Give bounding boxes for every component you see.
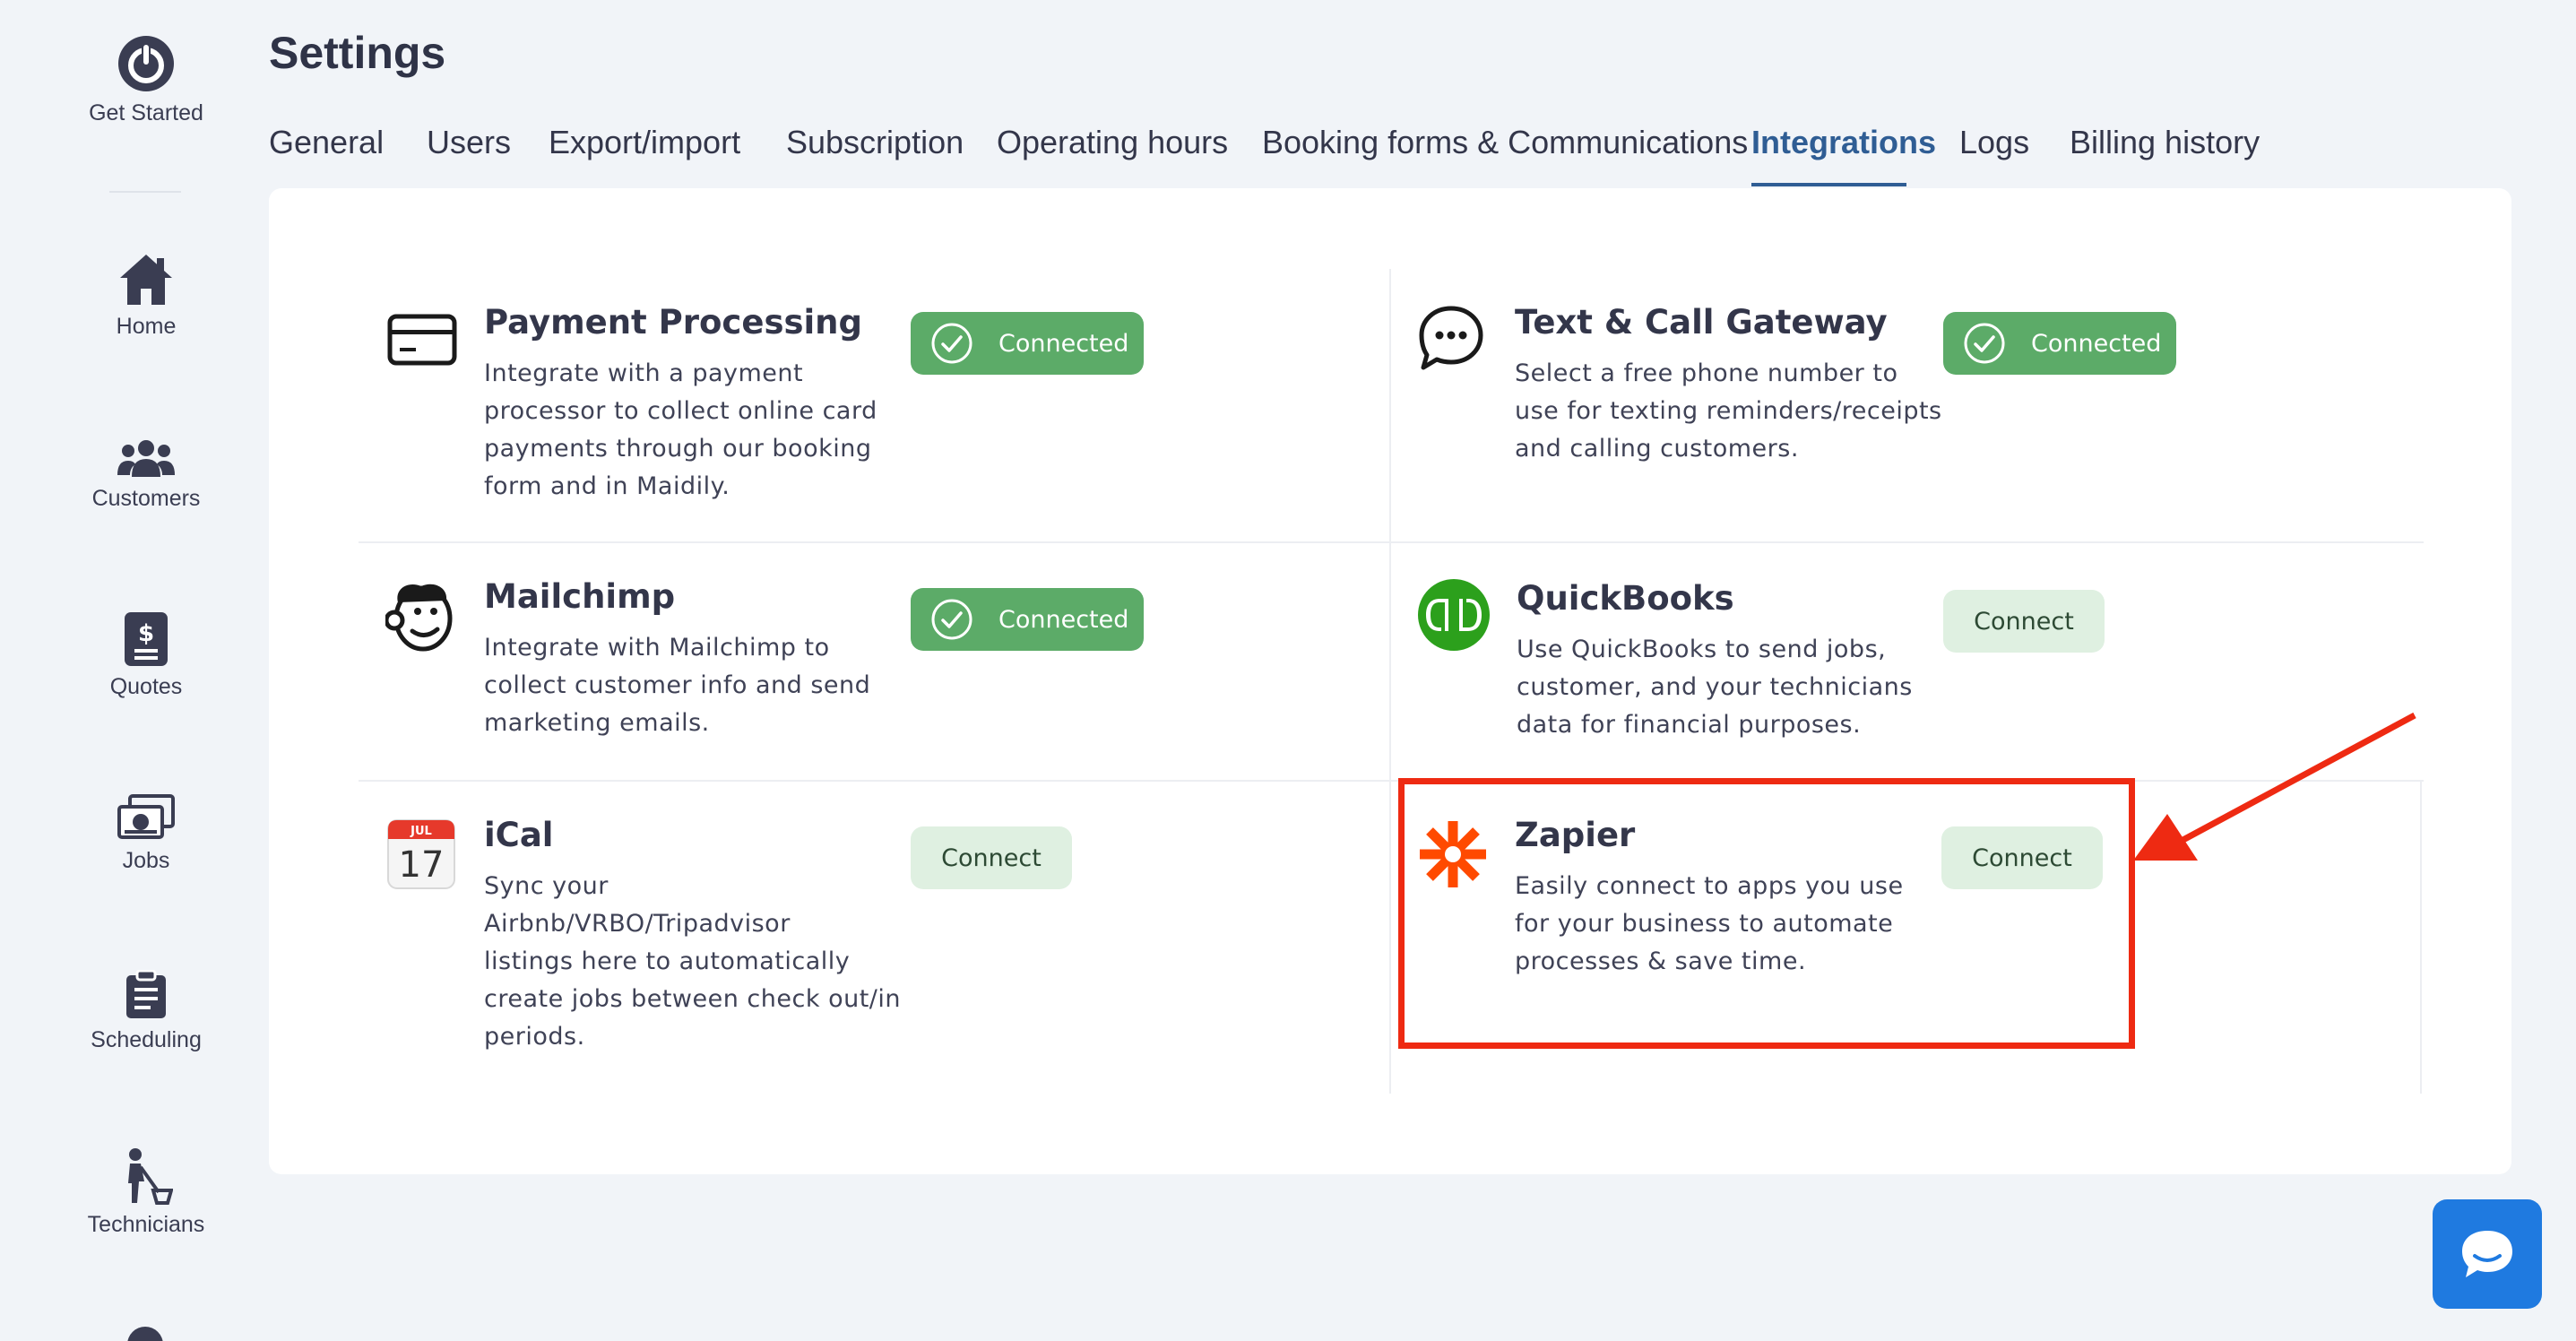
tab-subscription[interactable]: Subscription <box>786 124 964 161</box>
more-nav-icon <box>127 1327 163 1341</box>
description-line: marketing emails. <box>484 709 710 737</box>
integration-title: iCal <box>484 816 554 854</box>
sidebar-divider <box>109 191 181 193</box>
tab-general[interactable]: General <box>269 124 384 161</box>
sidebar-item-scheduling[interactable]: Scheduling <box>0 970 292 1053</box>
sidebar-item-customers[interactable]: Customers <box>0 439 292 512</box>
sidebar-item-get-started[interactable]: Get Started <box>0 34 292 126</box>
column-divider <box>1389 269 1391 1094</box>
description-line: data for financial purposes. <box>1517 711 1862 739</box>
integration-title: Payment Processing <box>484 303 862 342</box>
check-circle-icon <box>931 599 972 640</box>
sidebar-item-jobs[interactable]: Jobs <box>0 794 292 874</box>
button-label: Connected <box>2031 329 2162 358</box>
description-line: and calling customers. <box>1515 435 1799 463</box>
integration-description: Select a free phone number to use for te… <box>1515 355 1963 468</box>
description-line: Integrate with Mailchimp to <box>484 634 830 662</box>
scheduling-icon <box>126 970 166 1018</box>
sidebar-item-label: Customers <box>91 486 201 511</box>
tab-billing-history[interactable]: Billing history <box>2070 124 2260 161</box>
annotation-arrow-icon <box>2133 712 2416 861</box>
sidebar-item-label: Jobs <box>122 848 170 873</box>
button-label: Connected <box>998 329 1129 358</box>
button-label: Connected <box>998 605 1129 634</box>
tab-users[interactable]: Users <box>427 124 511 161</box>
power-icon <box>118 36 174 91</box>
description-line: create jobs between check out/in <box>484 985 901 1013</box>
sidebar-item-label: Get Started <box>89 100 203 125</box>
description-line: Use QuickBooks to send jobs, <box>1517 636 1887 663</box>
chat-bubble-icon <box>1419 306 1483 370</box>
chat-widget-button[interactable] <box>2433 1199 2542 1309</box>
calendar-month: JUL <box>410 825 432 838</box>
mailchimp-logo-icon <box>385 584 453 652</box>
calendar-day: 17 <box>399 844 445 886</box>
description-line: Sync your <box>484 872 609 900</box>
description-line: Integrate with a payment <box>484 359 804 387</box>
jobs-icon <box>117 794 175 839</box>
description-line: form and in Maidily. <box>484 472 730 500</box>
ical-connect-button[interactable]: Connect <box>911 826 1072 889</box>
mailchimp-connected-button[interactable]: Connected <box>911 588 1144 651</box>
svg-text:$: $ <box>138 620 154 647</box>
calendar-icon: JUL 17 <box>387 819 455 889</box>
customers-icon <box>117 440 175 477</box>
check-circle-icon <box>931 323 972 364</box>
home-icon <box>120 255 172 305</box>
integration-description: Integrate with a payment processor to co… <box>484 355 896 506</box>
description-line: use for texting reminders/receipts <box>1515 397 1942 425</box>
integration-description: Use QuickBooks to send jobs, customer, a… <box>1517 631 1965 744</box>
highlight-box <box>1398 778 2135 1049</box>
integration-title: Text & Call Gateway <box>1515 303 1888 342</box>
description-line: payments through our booking <box>484 435 872 463</box>
tab-operating-hours[interactable]: Operating hours <box>997 124 1228 161</box>
row-divider <box>359 780 1389 782</box>
chat-icon <box>2462 1231 2512 1277</box>
text-call-connected-button[interactable]: Connected <box>1943 312 2176 375</box>
sidebar-item-label: Quotes <box>109 674 183 699</box>
technicians-icon <box>128 1148 173 1205</box>
row-divider <box>1391 541 2424 543</box>
description-line: listings here to automatically <box>484 947 851 975</box>
sidebar-item-label: Technicians <box>87 1212 205 1237</box>
quotes-icon: $ <box>125 612 168 666</box>
sidebar: Get Started Home Customers $ Quotes Jobs… <box>0 0 269 1341</box>
tab-booking-forms[interactable]: Booking forms & Communications <box>1262 124 1748 161</box>
sidebar-item-home[interactable]: Home <box>0 253 292 340</box>
quickbooks-logo-icon <box>1418 579 1490 651</box>
description-line: collect customer info and send <box>484 671 871 699</box>
integration-description: Sync your Airbnb/VRBO/Tripadvisor listin… <box>484 868 905 1056</box>
integration-title: QuickBooks <box>1517 579 1734 618</box>
active-tab-indicator <box>1751 183 1906 186</box>
integration-description: Integrate with Mailchimp to collect cust… <box>484 629 896 742</box>
sidebar-item-label: Home <box>116 314 177 339</box>
tab-integrations[interactable]: Integrations <box>1751 124 1936 161</box>
tab-logs[interactable]: Logs <box>1959 124 2029 161</box>
description-line: periods. <box>484 1023 585 1051</box>
row-divider <box>359 541 1389 543</box>
description-line: processor to collect online card <box>484 397 877 425</box>
quickbooks-connect-button[interactable]: Connect <box>1943 590 2105 653</box>
check-circle-icon <box>1964 323 2005 364</box>
tab-export-import[interactable]: Export/import <box>549 124 740 161</box>
page-title: Settings <box>269 28 446 78</box>
sidebar-item-label: Scheduling <box>91 1027 202 1052</box>
description-line: customer, and your technicians <box>1517 673 1913 701</box>
sidebar-item-quotes[interactable]: $ Quotes <box>0 611 292 700</box>
credit-card-icon <box>387 314 457 366</box>
column-edge-divider <box>2420 780 2422 1094</box>
description-line: Select a free phone number to <box>1515 359 1898 387</box>
payment-connected-button[interactable]: Connected <box>911 312 1144 375</box>
description-line: Airbnb/VRBO/Tripadvisor <box>484 910 791 938</box>
integration-title: Mailchimp <box>484 577 676 616</box>
sidebar-item-technicians[interactable]: Technicians <box>0 1147 292 1238</box>
